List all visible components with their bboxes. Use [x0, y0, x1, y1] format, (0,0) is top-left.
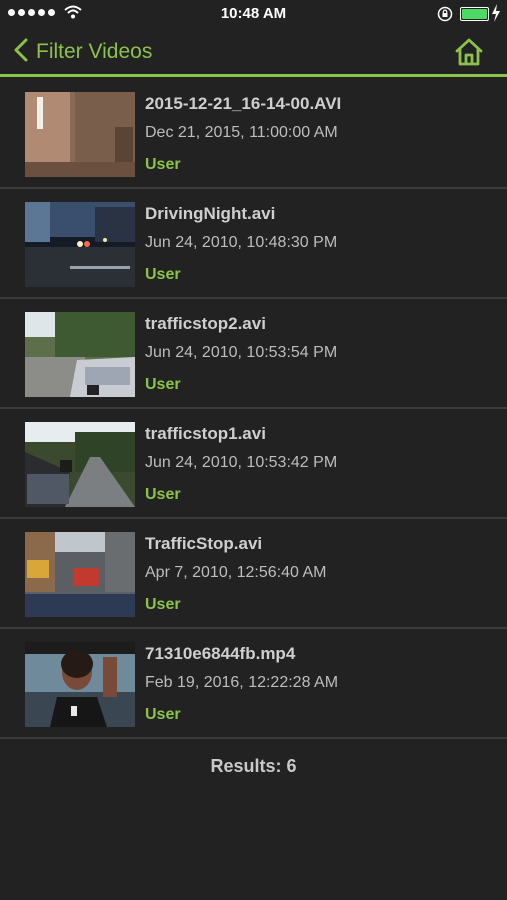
chevron-left-icon — [14, 38, 28, 67]
back-button[interactable]: Filter Videos — [14, 38, 152, 66]
video-date: Dec 21, 2015, 11:00:00 AM — [145, 124, 338, 141]
nav-divider — [0, 74, 507, 77]
video-thumbnail — [25, 642, 135, 727]
video-name: trafficstop2.avi — [145, 314, 266, 333]
video-row[interactable]: trafficstop2.avi Jun 24, 2010, 10:53:54 … — [0, 299, 507, 409]
video-row[interactable]: TrafficStop.avi Apr 7, 2010, 12:56:40 AM… — [0, 519, 507, 629]
status-bar: 10:48 AM — [0, 0, 507, 28]
video-thumbnail — [25, 532, 135, 617]
video-source: User — [145, 706, 181, 723]
video-row[interactable]: trafficstop1.avi Jun 24, 2010, 10:53:42 … — [0, 409, 507, 519]
video-list: 2015-12-21_16-14-00.AVI Dec 21, 2015, 11… — [0, 79, 507, 739]
home-button[interactable] — [454, 37, 484, 67]
nav-bar: Filter Videos — [0, 28, 507, 74]
video-thumbnail — [25, 422, 135, 507]
video-name: 71310e6844fb.mp4 — [145, 644, 296, 663]
video-date: Jun 24, 2010, 10:53:42 PM — [145, 454, 338, 471]
video-source: User — [145, 156, 181, 173]
video-row[interactable]: 71310e6844fb.mp4 Feb 19, 2016, 12:22:28 … — [0, 629, 507, 739]
video-name: 2015-12-21_16-14-00.AVI — [145, 94, 342, 113]
charging-bolt-icon — [491, 4, 501, 26]
video-date: Jun 24, 2010, 10:53:54 PM — [145, 344, 338, 361]
video-source: User — [145, 376, 181, 393]
status-time: 10:48 AM — [220, 5, 287, 22]
video-row[interactable]: 2015-12-21_16-14-00.AVI Dec 21, 2015, 11… — [0, 79, 507, 189]
video-name: DrivingNight.avi — [145, 204, 276, 223]
video-date: Jun 24, 2010, 10:48:30 PM — [145, 234, 338, 251]
back-label: Filter Videos — [36, 40, 153, 63]
video-thumbnail — [25, 202, 135, 287]
video-source: User — [145, 266, 181, 283]
video-name: TrafficStop.avi — [145, 534, 263, 553]
video-source: User — [145, 596, 181, 613]
video-date: Apr 7, 2010, 12:56:40 AM — [145, 564, 327, 581]
battery-icon — [460, 7, 489, 21]
home-icon — [455, 38, 483, 66]
video-date: Feb 19, 2016, 12:22:28 AM — [145, 674, 339, 691]
results-count: Results: 6 — [210, 756, 297, 776]
rotation-lock-icon — [437, 6, 453, 26]
video-source: User — [145, 486, 181, 503]
video-thumbnail — [25, 92, 135, 177]
video-thumbnail — [25, 312, 135, 397]
video-row[interactable]: DrivingNight.avi Jun 24, 2010, 10:48:30 … — [0, 189, 507, 299]
video-name: trafficstop1.avi — [145, 424, 266, 443]
